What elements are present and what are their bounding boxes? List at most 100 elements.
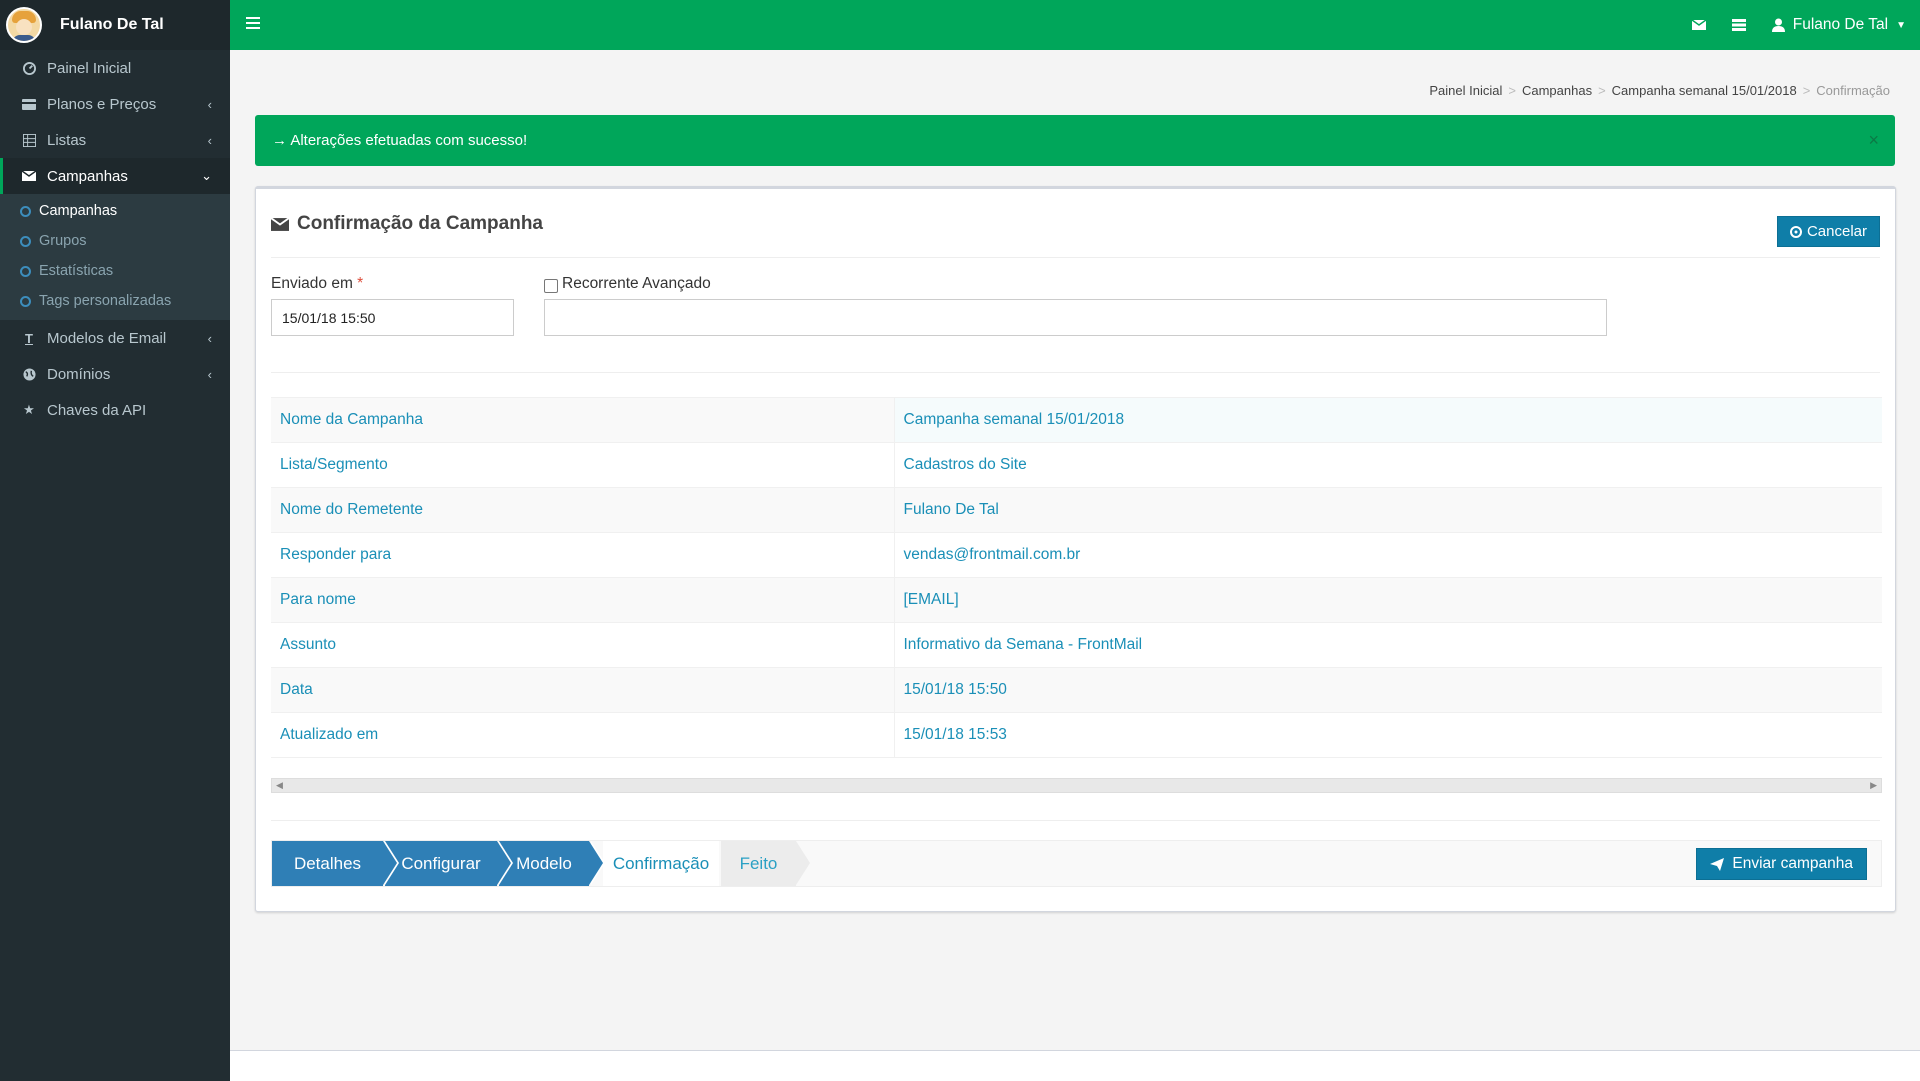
step-configurar[interactable]: Configurar xyxy=(385,841,513,886)
step-confirmacao[interactable]: Confirmação xyxy=(603,841,719,886)
horizontal-scrollbar[interactable]: ◀ ▶ xyxy=(271,778,1882,793)
table-row: Nome do Remetente Fulano De Tal xyxy=(271,487,1882,533)
sidebar-item-planos[interactable]: Planos e Preços ‹ xyxy=(0,86,230,122)
brand-user-name: Fulano De Tal xyxy=(60,16,164,33)
chevron-left-icon: ‹ xyxy=(207,366,212,382)
divider xyxy=(271,257,1880,258)
detail-key: Data xyxy=(271,667,895,713)
chevron-left-icon: ‹ xyxy=(207,96,212,112)
breadcrumb-separator: > xyxy=(1598,83,1606,98)
envelope-icon xyxy=(21,171,37,181)
alert-text: → Alterações efetuadas com sucesso! xyxy=(272,132,528,149)
table-row: Nome da Campanha Campanha semanal 15/01/2… xyxy=(271,397,1882,443)
detail-key: Para nome xyxy=(271,577,895,623)
sub-item-label: Estatísticas xyxy=(39,263,114,279)
table-row: Responder para vendas@frontmail.com.br xyxy=(271,532,1882,578)
sub-item-estatisticas[interactable]: Estatísticas xyxy=(0,256,230,286)
breadcrumb-campanha[interactable]: Campanha semanal 15/01/2018 xyxy=(1612,83,1797,98)
messages-envelope-icon[interactable] xyxy=(1691,20,1706,30)
recurrent-checkbox[interactable] xyxy=(544,279,558,293)
circle-icon xyxy=(20,205,31,217)
sidebar-item-campanhas[interactable]: Campanhas ⌄ xyxy=(0,158,230,194)
breadcrumb-current: Confirmação xyxy=(1816,83,1890,98)
sidebar-item-chaves-api[interactable]: ★ Chaves da API xyxy=(0,392,230,428)
credit-card-icon xyxy=(21,98,37,110)
sub-item-campanhas[interactable]: Campanhas xyxy=(0,196,230,226)
dashboard-icon xyxy=(21,61,37,75)
scroll-right-icon[interactable]: ▶ xyxy=(1870,779,1877,792)
user-menu[interactable]: Fulano De Tal ▼ xyxy=(1771,16,1906,34)
breadcrumb-separator: > xyxy=(1802,83,1811,98)
sidebar-toggle-icon[interactable] xyxy=(246,17,260,31)
breadcrumb-painel[interactable]: Painel Inicial xyxy=(1429,83,1502,98)
text-icon: T xyxy=(25,330,33,346)
send-campaign-button[interactable]: Enviar campanha xyxy=(1696,848,1867,880)
server-icon[interactable] xyxy=(1731,19,1746,31)
table-icon xyxy=(21,133,37,147)
divider xyxy=(271,820,1880,821)
caret-down-icon: ▼ xyxy=(1896,19,1906,31)
sub-item-tags[interactable]: Tags personalizadas xyxy=(0,286,230,316)
sub-item-label: Campanhas xyxy=(39,203,118,219)
table-row: Assunto Informativo da Semana - FrontMail xyxy=(271,622,1882,668)
envelope-icon xyxy=(271,217,289,231)
sidebar-brand[interactable]: Fulano De Tal xyxy=(0,0,230,50)
detail-value: [EMAIL] xyxy=(894,577,1882,623)
chevron-left-icon: ‹ xyxy=(207,132,212,148)
topbar-actions: Fulano De Tal ▼ xyxy=(1691,0,1906,50)
sidebar-menu: Painel Inicial Planos e Preços ‹ Listas … xyxy=(0,50,230,194)
alert-close-icon[interactable]: × xyxy=(1868,130,1879,151)
chevron-left-icon: ‹ xyxy=(207,330,212,346)
breadcrumb-separator: > xyxy=(1508,83,1516,98)
step-feito[interactable]: Feito xyxy=(721,841,810,886)
circle-icon xyxy=(20,265,31,277)
sub-item-grupos[interactable]: Grupos xyxy=(0,226,230,256)
sidebar-item-modelos[interactable]: T Modelos de Email ‹ xyxy=(0,320,230,356)
circle-icon xyxy=(20,295,31,307)
table-row: Data 15/01/18 15:50 xyxy=(271,667,1882,713)
divider xyxy=(271,372,1880,373)
user-icon xyxy=(1771,18,1785,32)
circle-icon xyxy=(20,235,31,247)
sub-item-label: Grupos xyxy=(39,233,87,249)
breadcrumb-campanhas[interactable]: Campanhas xyxy=(1522,83,1592,98)
table-row: Para nome [EMAIL] xyxy=(271,577,1882,623)
sidebar-item-label: Listas xyxy=(47,131,87,149)
sidebar-item-label: Painel Inicial xyxy=(47,59,132,77)
campaign-details-table: Nome da Campanha Campanha semanal 15/01/2… xyxy=(271,397,1882,758)
cancel-button[interactable]: Cancelar xyxy=(1776,216,1880,247)
campaign-confirmation-box: Confirmação da Campanha Cancelar Enviado… xyxy=(255,186,1896,912)
detail-key: Nome da Campanha xyxy=(271,397,895,443)
sidebar-item-listas[interactable]: Listas ‹ xyxy=(0,122,230,158)
sidebar-menu-lower: T Modelos de Email ‹ Domínios ‹ ★ Chaves… xyxy=(0,320,230,428)
scroll-left-icon[interactable]: ◀ xyxy=(276,779,283,792)
recurrent-checkbox-label[interactable]: Recorrente Avançado xyxy=(544,275,711,293)
detail-key: Assunto xyxy=(271,622,895,668)
sidebar-item-painel-inicial[interactable]: Painel Inicial xyxy=(0,50,230,86)
globe-icon xyxy=(21,367,37,381)
detail-value: Cadastros do Site xyxy=(894,442,1882,488)
detail-value: Campanha semanal 15/01/2018 xyxy=(894,397,1882,443)
sidebar-item-label: Planos e Preços xyxy=(47,95,157,113)
detail-value: 15/01/18 15:53 xyxy=(894,712,1882,758)
topbar-user-name: Fulano De Tal xyxy=(1792,16,1889,33)
paper-plane-icon xyxy=(1710,857,1725,871)
detail-value: Informativo da Semana - FrontMail xyxy=(894,622,1882,668)
recurrent-advanced-input[interactable] xyxy=(544,299,1607,336)
detail-key: Nome do Remetente xyxy=(271,487,895,533)
step-detalhes[interactable]: Detalhes xyxy=(272,841,399,886)
sent-at-input[interactable]: 15/01/18 15:50 xyxy=(271,299,514,336)
sent-at-label: Enviado em * xyxy=(271,275,364,292)
detail-key: Atualizado em xyxy=(271,712,895,758)
sidebar-item-label: Campanhas xyxy=(47,167,128,185)
detail-key: Lista/Segmento xyxy=(271,442,895,488)
send-campaign-label: Enviar campanha xyxy=(1732,855,1853,872)
chevron-down-icon: ⌄ xyxy=(201,168,212,183)
sidebar-item-dominios[interactable]: Domínios ‹ xyxy=(0,356,230,392)
sidebar-item-label: Domínios xyxy=(47,365,111,383)
page-footer xyxy=(230,1050,1920,1081)
topbar: Fulano De Tal ▼ xyxy=(230,0,1920,50)
main-content: Painel Inicial > Campanhas > Campanha se… xyxy=(230,50,1920,1050)
cancel-label: Cancelar xyxy=(1806,223,1867,240)
avatar xyxy=(6,7,42,43)
